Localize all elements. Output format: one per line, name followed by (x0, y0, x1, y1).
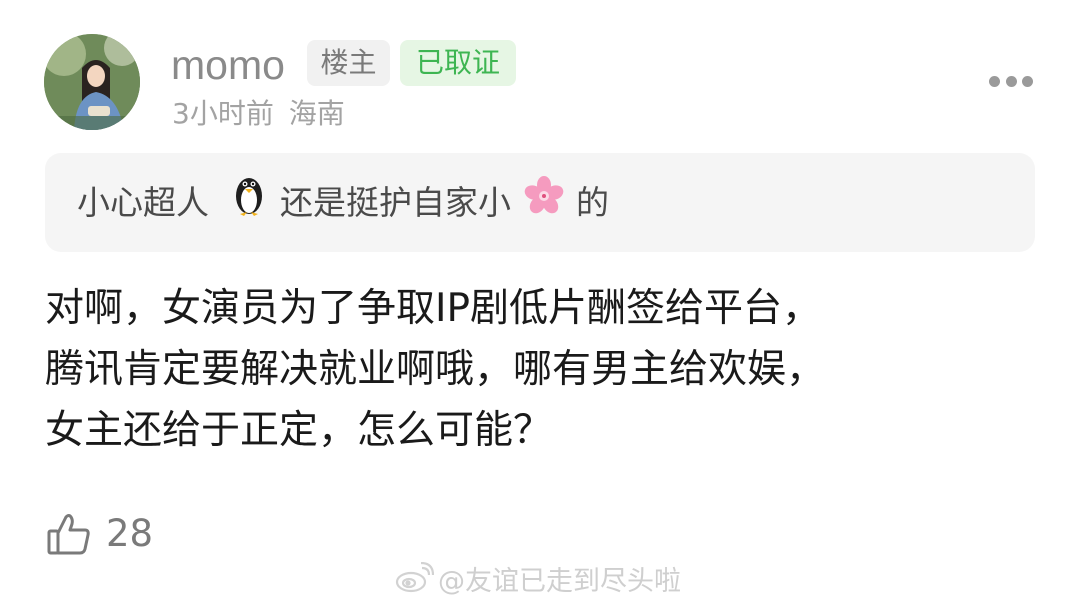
username[interactable]: momo (171, 38, 285, 92)
post-time: 3小时前 (172, 97, 274, 130)
quote-author: 小心超人 (77, 183, 209, 222)
cherry-blossom-emoji (524, 155, 564, 254)
avatar[interactable] (44, 34, 140, 130)
watermark: @友谊已走到尽头啦 (394, 560, 681, 597)
post-meta: 3小时前 海南 (172, 95, 345, 133)
quote-text-after-emoji: 的 (576, 183, 609, 222)
more-dots-icon[interactable] (989, 74, 1033, 88)
weibo-logo-icon (394, 561, 435, 594)
penguin-emoji (232, 155, 266, 254)
post-body-line: 女主还给于正定，怎么可能？ (45, 408, 553, 453)
post-body: 对啊，女演员为了争取IP剧低片酬签给平台， 腾讯肯定要解决就业啊哦，哪有男主给欢… (45, 278, 1045, 461)
post-body-line: 腾讯肯定要解决就业啊哦，哪有男主给欢娱， (45, 347, 826, 392)
thumbs-up-icon (46, 511, 92, 557)
quoted-reply[interactable]: 小心超人 还是挺护自家小 的 (45, 153, 1035, 252)
post-location: 海南 (288, 97, 345, 130)
watermark-text: @友谊已走到尽头啦 (438, 565, 681, 597)
owner-badge: 楼主 (307, 40, 390, 86)
post-body-line: 对啊，女演员为了争取IP剧低片酬签给平台， (45, 286, 822, 331)
like-button[interactable]: 28 (46, 510, 153, 558)
quote-text-before-emoji: 还是挺护自家小 (280, 183, 511, 222)
certified-badge: 已取证 (400, 40, 516, 86)
like-count: 28 (106, 512, 154, 555)
quote-text: 小心超人 还是挺护自家小 的 (77, 153, 609, 252)
